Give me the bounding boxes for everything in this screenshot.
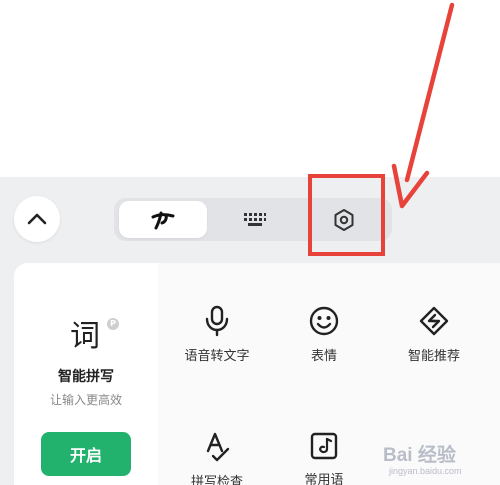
watermark-url: jingyan.baidu.com	[389, 466, 462, 476]
tool-spell-check[interactable]: 拼写检查	[169, 431, 265, 485]
enable-button[interactable]: 开启	[41, 432, 131, 476]
smart-recommend-icon	[419, 306, 449, 336]
tool-label: 智能推荐	[407, 349, 460, 364]
tool-common-phrases[interactable]: 常用语	[276, 431, 372, 485]
tool-smart-recommend[interactable]: 智能推荐	[386, 305, 482, 364]
smiley-icon	[309, 306, 339, 336]
tool-label: 拼写检查	[190, 475, 243, 485]
microphone-icon	[205, 305, 229, 337]
tool-label: 表情	[310, 349, 337, 364]
phrase-icon	[310, 432, 338, 460]
smart-pinyin-title: 智能拼写	[58, 369, 114, 385]
baidu-jingyan-watermark: Bai 经验 jingyan.baidu.com	[383, 440, 498, 485]
smart-pinyin-card: 词 P 智能拼写 让输入更高效 开启	[14, 263, 158, 485]
pro-badge: P	[107, 318, 119, 330]
tool-emoji[interactable]: 表情	[276, 305, 372, 364]
spell-check-icon	[206, 432, 230, 462]
tool-voice-to-text[interactable]: 语音转文字	[169, 305, 265, 364]
smart-pinyin-subtitle: 让输入更高效	[49, 393, 122, 407]
smart-pinyin-glyph: 词	[70, 319, 100, 354]
watermark-logo: Bai 经验	[383, 445, 456, 466]
tool-label: 常用语	[304, 473, 344, 485]
tool-label: 语音转文字	[184, 349, 250, 364]
